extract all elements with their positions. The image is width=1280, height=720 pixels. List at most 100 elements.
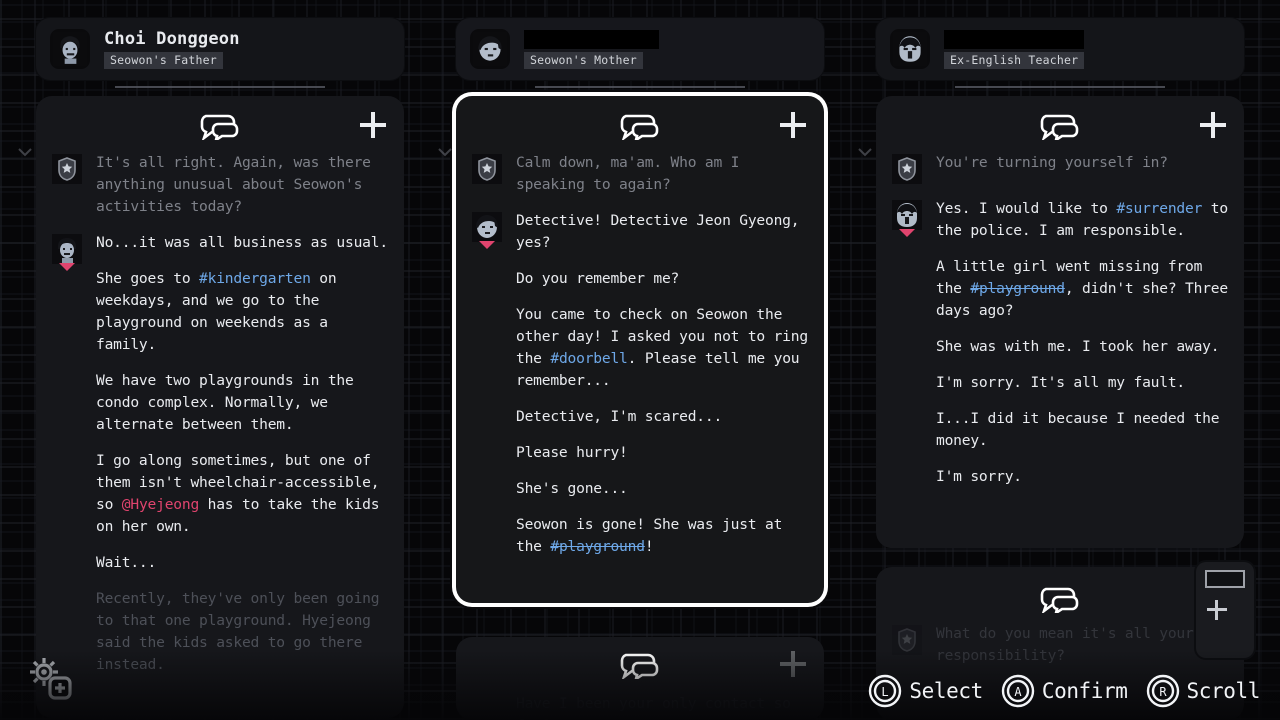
contact-header-3[interactable]: Ex-English Teacher	[876, 18, 1244, 80]
man-portrait-icon	[52, 234, 82, 271]
chat-bubbles-icon	[1038, 112, 1082, 143]
contact-meta-1: Choi Donggeon Seowon's Father	[104, 29, 240, 69]
hashtag-doorbell[interactable]: #doorbell	[550, 350, 627, 367]
prompt-scroll-label: Scroll	[1186, 679, 1261, 703]
message-row: Yes. I would like to #surrender to the p…	[892, 198, 1228, 488]
add-thread-button-2[interactable]	[780, 112, 806, 138]
speaker-pointer	[59, 263, 75, 271]
message-text: Have I been your only contact so far?	[516, 695, 791, 720]
contact-tag-2: Seowon's Mother	[524, 51, 643, 69]
contact-header-1[interactable]: Choi Donggeon Seowon's Father	[36, 18, 404, 80]
message-text: No...it was all business as usual.	[96, 234, 388, 251]
chat-bubbles-icon	[618, 112, 662, 143]
message-text: I'm sorry. It's all my fault.	[936, 374, 1185, 391]
chat-panel-1[interactable]: It's all right. Again, was there anythin…	[36, 96, 404, 718]
masked-figure-icon	[890, 29, 930, 69]
message-text: Wait...	[96, 554, 157, 571]
message-row: What do you mean it's all your responsib…	[892, 623, 1228, 667]
speaker-pointer	[899, 229, 915, 237]
collapsed-thread-bar	[1205, 570, 1245, 588]
prompt-select-label: Select	[909, 679, 983, 703]
chat-panel-3[interactable]: You're turning yourself in? Yes. I would…	[876, 96, 1244, 548]
message-row: It's all right. Again, was there anythin…	[52, 152, 388, 218]
hashtag-surrender[interactable]: #surrender	[1116, 200, 1202, 217]
contact-name-2-redacted	[524, 29, 659, 49]
masked-figure-icon	[892, 200, 922, 237]
panel-toolbar-2	[456, 96, 824, 152]
add-thread-button-2-next[interactable]	[780, 651, 806, 677]
message-text: She's gone...	[516, 480, 628, 497]
panel-toolbar-2-next	[456, 637, 824, 693]
chat-panel-2[interactable]: Calm down, ma'am. Who am I speaking to a…	[456, 96, 824, 603]
woman-portrait-icon	[472, 212, 502, 249]
message-row: No...it was all business as usual. She g…	[52, 232, 388, 676]
message-text: You came to check on Seowon the other da…	[516, 306, 808, 389]
message-text: What do you mean it's all your responsib…	[936, 625, 1194, 664]
prompt-confirm[interactable]: A Confirm	[1001, 674, 1128, 708]
contact-name-1: Choi Donggeon	[104, 29, 240, 49]
message-row: You're turning yourself in?	[892, 152, 1228, 184]
scroll-chevron-left-1[interactable]	[18, 148, 32, 157]
contact-meta-2: Seowon's Mother	[524, 29, 659, 69]
conversation-column-3[interactable]: Ex-English Teacher You're turning yourse…	[876, 0, 1244, 720]
add-thread-button-mini[interactable]	[1207, 600, 1227, 620]
contact-tag-3: Ex-English Teacher	[944, 51, 1085, 69]
police-badge-icon	[472, 154, 502, 184]
header-divider-2	[535, 86, 745, 88]
man-portrait-icon	[50, 29, 90, 69]
message-body: No...it was all business as usual. She g…	[96, 232, 388, 676]
message-text: Yes. I would like to #surrender to the p…	[936, 200, 1228, 239]
hashtag-playground[interactable]: #playground	[970, 280, 1065, 297]
button-prompt-bar: L Select A Confirm R Scroll	[868, 674, 1260, 708]
hashtag-kindergarten[interactable]: #kindergarten	[199, 270, 311, 287]
prompt-select[interactable]: L Select	[868, 674, 983, 708]
message-list-3: You're turning yourself in? Yes. I would…	[876, 152, 1244, 520]
chat-bubbles-icon	[618, 651, 662, 682]
police-badge-icon	[892, 625, 922, 655]
collapsed-thread-card[interactable]	[1196, 562, 1254, 658]
contact-meta-3: Ex-English Teacher	[944, 29, 1085, 69]
prompt-scroll[interactable]: R Scroll	[1146, 674, 1260, 708]
svg-text:A: A	[1014, 685, 1022, 699]
add-thread-button-3[interactable]	[1200, 112, 1226, 138]
message-body: You're turning yourself in?	[936, 152, 1228, 184]
contact-name-3-redacted	[944, 29, 1085, 49]
conversation-column-2[interactable]: Seowon's Mother Calm down, ma'am. Who am…	[456, 0, 824, 720]
button-r-icon: R	[1146, 674, 1180, 708]
message-text: Detective, I'm scared...	[516, 408, 723, 425]
hashtag-playground[interactable]: #playground	[550, 538, 645, 555]
message-text: I...I did it because I needed the money.	[936, 410, 1220, 449]
message-body: Yes. I would like to #surrender to the p…	[936, 198, 1228, 488]
message-text: Please hurry!	[516, 444, 628, 461]
message-text: Seowon is gone! She was just at the #pla…	[516, 516, 783, 555]
message-text: She goes to #kindergarten on weekdays, a…	[96, 270, 337, 353]
chat-panel-2-next[interactable]: Have I been your only contact so far?	[456, 637, 824, 720]
message-row: Detective! Detective Jeon Gyeong, yes? D…	[472, 210, 808, 558]
scroll-chevron-left-2[interactable]	[438, 148, 452, 157]
message-list-1: It's all right. Again, was there anythin…	[36, 152, 404, 708]
message-text: Detective! Detective Jeon Gyeong, yes?	[516, 212, 800, 251]
panel-toolbar-3	[876, 96, 1244, 152]
message-text: Calm down, ma'am. Who am I speaking to a…	[516, 154, 740, 193]
header-divider-1	[115, 86, 325, 88]
police-badge-icon	[52, 154, 82, 184]
conversation-column-1[interactable]: Choi Donggeon Seowon's Father It's all r…	[36, 0, 404, 720]
message-text: We have two playgrounds in the condo com…	[96, 372, 354, 433]
scroll-chevron-left-3[interactable]	[858, 148, 872, 157]
contact-header-2[interactable]: Seowon's Mother	[456, 18, 824, 80]
chat-bubbles-icon	[1038, 585, 1082, 616]
message-text: You're turning yourself in?	[936, 154, 1168, 171]
svg-text:R: R	[1159, 685, 1167, 699]
add-thread-button-1[interactable]	[360, 112, 386, 138]
message-row: Calm down, ma'am. Who am I speaking to a…	[472, 152, 808, 196]
gear-plus-icon[interactable]	[24, 652, 74, 702]
prompt-confirm-label: Confirm	[1041, 679, 1128, 703]
message-body: What do you mean it's all your responsib…	[936, 623, 1228, 667]
message-text: A little girl went missing from the #pla…	[936, 258, 1228, 319]
header-divider-3	[955, 86, 1165, 88]
message-body: Detective! Detective Jeon Gyeong, yes? D…	[516, 210, 808, 558]
panel-toolbar-3-next	[876, 567, 1244, 623]
message-text: Do you remember me?	[516, 270, 680, 287]
mention-hyejeong[interactable]: @Hyejeong	[122, 496, 199, 513]
chat-bubbles-icon	[198, 112, 242, 143]
